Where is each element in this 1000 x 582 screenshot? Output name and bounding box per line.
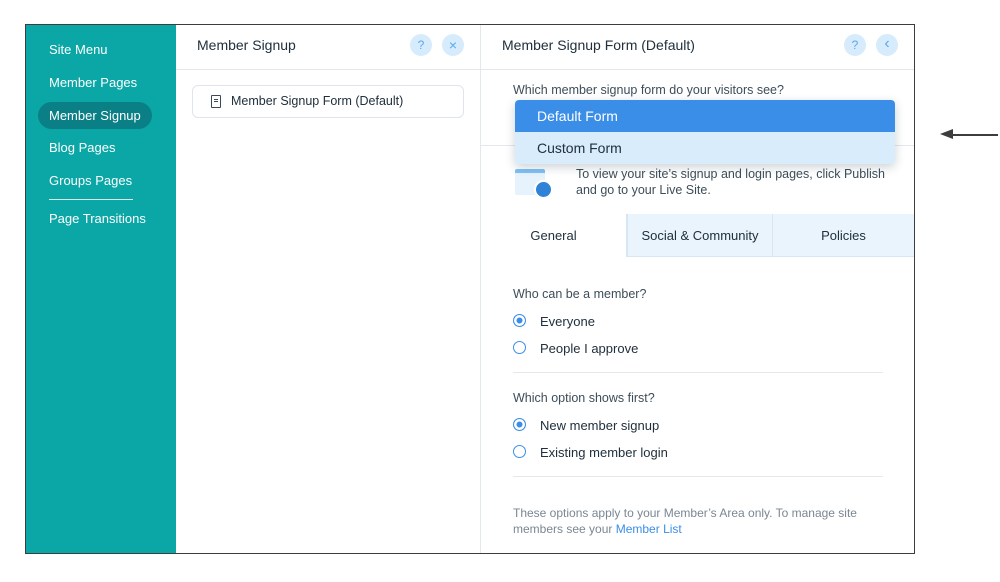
radio-people-i-approve[interactable] bbox=[513, 341, 526, 354]
divider bbox=[513, 372, 883, 373]
radio-label-new-member-signup: New member signup bbox=[540, 418, 660, 433]
annotation-arrow-line bbox=[952, 134, 998, 136]
radio-label-people-i-approve: People I approve bbox=[540, 341, 639, 356]
tab-general[interactable]: General bbox=[481, 214, 627, 257]
divider bbox=[513, 476, 883, 477]
member-list-link[interactable]: Member List bbox=[616, 522, 682, 536]
dropdown-option-custom-form[interactable]: Custom Form bbox=[515, 132, 895, 164]
dropdown-option-default-form[interactable]: Default Form bbox=[515, 100, 895, 132]
sidebar-item-blog-pages[interactable]: Blog Pages bbox=[38, 134, 127, 161]
back-button[interactable]: ‹ bbox=[876, 34, 898, 56]
radio-new-member-signup[interactable] bbox=[513, 418, 526, 431]
help-button[interactable]: ? bbox=[410, 34, 432, 56]
sidebar-item-site-menu[interactable]: Site Menu bbox=[38, 36, 119, 63]
document-icon bbox=[211, 95, 221, 108]
tab-social-community[interactable]: Social & Community bbox=[627, 214, 772, 257]
sidebar-item-member-pages[interactable]: Member Pages bbox=[38, 69, 148, 96]
close-button[interactable]: × bbox=[442, 34, 464, 56]
panel-header: Member Signup ? × bbox=[176, 25, 480, 70]
panel-title: Member Signup bbox=[197, 37, 296, 53]
signup-form-settings-panel: Member Signup Form (Default) ? ‹ Which m… bbox=[481, 25, 914, 553]
settings-header: Member Signup Form (Default) ? ‹ bbox=[481, 25, 914, 70]
help-button[interactable]: ? bbox=[844, 34, 866, 56]
annotation-arrow-icon bbox=[940, 129, 953, 139]
sidebar-divider bbox=[49, 199, 133, 200]
form-select-dropdown[interactable]: Default Form Custom Form bbox=[515, 100, 895, 164]
settings-tabs: General Social & Community Policies bbox=[481, 214, 914, 258]
sidebar: Site Menu Member Pages Member Signup Blo… bbox=[26, 25, 176, 553]
sidebar-item-member-signup[interactable]: Member Signup bbox=[38, 102, 152, 129]
tab-policies[interactable]: Policies bbox=[772, 214, 914, 257]
radio-existing-member-login[interactable] bbox=[513, 445, 526, 458]
settings-title: Member Signup Form (Default) bbox=[502, 37, 695, 53]
page-item-label: Member Signup Form (Default) bbox=[231, 94, 404, 108]
form-question: Which member signup form do your visitor… bbox=[513, 83, 784, 97]
notice-text: To view your site’s signup and login pag… bbox=[576, 167, 885, 197]
sidebar-item-page-transitions[interactable]: Page Transitions bbox=[38, 205, 157, 232]
first-label: Which option shows first? bbox=[513, 391, 655, 405]
app-window: Site Menu Member Pages Member Signup Blo… bbox=[25, 24, 915, 554]
who-label: Who can be a member? bbox=[513, 287, 647, 301]
browser-globe-icon bbox=[515, 169, 553, 199]
footer-text: These options apply to your Member’s Are… bbox=[513, 506, 857, 536]
page-item-signup-form[interactable]: Member Signup Form (Default) bbox=[192, 85, 464, 118]
radio-label-everyone: Everyone bbox=[540, 314, 595, 329]
radio-label-existing-member-login: Existing member login bbox=[540, 445, 668, 460]
sidebar-item-groups-pages[interactable]: Groups Pages bbox=[38, 167, 143, 194]
member-signup-panel: Member Signup ? × Member Signup Form (De… bbox=[176, 25, 481, 553]
footer-note: These options apply to your Member’s Are… bbox=[513, 505, 873, 537]
radio-everyone[interactable] bbox=[513, 314, 526, 327]
